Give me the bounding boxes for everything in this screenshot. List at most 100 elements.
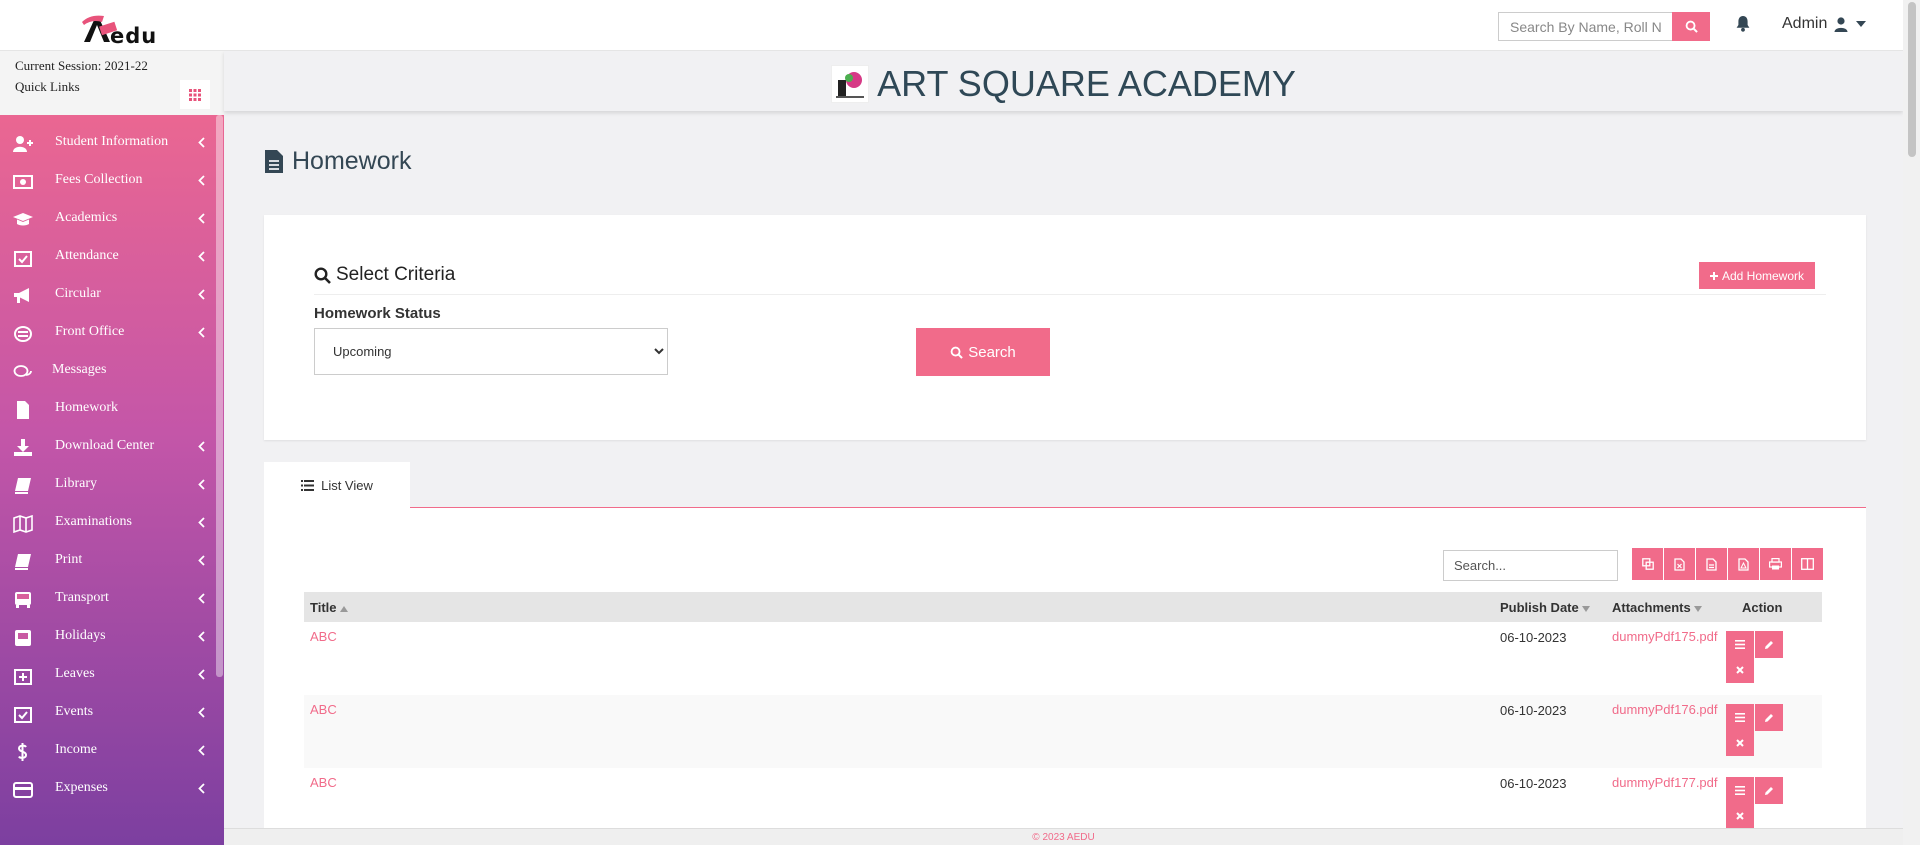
attachment-link[interactable]: dummyPdf176.pdf xyxy=(1612,702,1718,717)
sidebar-item-circular[interactable]: Circular xyxy=(0,275,214,313)
sidebar-item-label: Download Center xyxy=(55,438,155,453)
edit-button[interactable] xyxy=(1755,777,1783,804)
print-icon xyxy=(1769,558,1782,570)
bell-icon xyxy=(1736,16,1750,32)
chevron-left-icon xyxy=(198,175,205,186)
excel-icon xyxy=(1674,557,1685,571)
global-search-button[interactable] xyxy=(1672,12,1710,41)
sidebar-item-income[interactable]: Income xyxy=(0,731,214,769)
user-menu[interactable]: Admin xyxy=(1782,15,1867,33)
column-header-action: Action xyxy=(1742,600,1783,615)
sidebar-item-student-information[interactable]: Student Information xyxy=(0,123,214,161)
print-book-icon xyxy=(15,554,31,570)
chevron-left-icon xyxy=(198,707,205,718)
edit-button[interactable] xyxy=(1755,631,1783,658)
sidebar-item-print[interactable]: Print xyxy=(0,541,214,579)
chevron-left-icon xyxy=(198,631,205,642)
pencil-icon xyxy=(1765,786,1773,795)
notifications-button[interactable] xyxy=(1736,15,1750,37)
page-scrollbar[interactable] xyxy=(1903,0,1920,845)
sidebar-item-label: Homework xyxy=(55,400,118,415)
sidebar-item-examinations[interactable]: Examinations xyxy=(0,503,214,541)
add-homework-button[interactable]: Add Homework xyxy=(1699,262,1815,289)
sidebar-item-holidays[interactable]: Holidays xyxy=(0,617,214,655)
page-scrollbar-thumb[interactable] xyxy=(1908,2,1916,157)
copy-button[interactable] xyxy=(1632,548,1663,580)
sidebar-item-label: Examinations xyxy=(55,514,132,529)
sidebar-item-download-center[interactable]: Download Center xyxy=(0,427,214,465)
table-search-input[interactable] xyxy=(1443,550,1618,581)
close-icon xyxy=(1736,811,1744,820)
chevron-left-icon xyxy=(198,783,205,794)
column-visibility-button[interactable] xyxy=(1792,548,1823,580)
tab-list-view[interactable]: List View xyxy=(264,462,410,509)
quick-links-label: Quick Links xyxy=(15,79,80,94)
sidebar-item-events[interactable]: Events xyxy=(0,693,214,731)
sidebar-item-academics[interactable]: Academics xyxy=(0,199,214,237)
pencil-icon xyxy=(1765,640,1773,649)
homework-status-select[interactable]: Upcoming xyxy=(314,328,668,375)
pdf-button[interactable] xyxy=(1728,548,1759,580)
sidebar-item-leaves[interactable]: Leaves xyxy=(0,655,214,693)
homework-status-label: Homework Status xyxy=(314,305,441,322)
sidebar-item-front-office[interactable]: Front Office xyxy=(0,313,214,351)
homework-title-link[interactable]: ABC xyxy=(310,629,337,644)
column-header-title-text: Title xyxy=(310,600,337,615)
column-header-attachments-text: Attachments xyxy=(1612,600,1691,615)
csv-button[interactable] xyxy=(1696,548,1727,580)
sidebar-item-messages[interactable]: Messages xyxy=(0,351,214,389)
sidebar-item-label: Print xyxy=(55,552,83,567)
homework-title-link[interactable]: ABC xyxy=(310,775,337,790)
publish-date: 06-10-2023 xyxy=(1500,776,1567,791)
column-header-title[interactable]: Title xyxy=(310,600,349,615)
search-icon xyxy=(1685,20,1698,33)
csv-icon xyxy=(1706,557,1717,571)
column-header-publish-date[interactable]: Publish Date xyxy=(1500,600,1591,615)
caret-down-icon xyxy=(1856,21,1867,27)
footer: © 2023 AEDU xyxy=(224,828,1903,845)
plus-icon xyxy=(1709,271,1718,280)
grid-icon xyxy=(189,88,201,101)
delete-button[interactable] xyxy=(1726,656,1754,683)
attachment-link[interactable]: dummyPdf177.pdf xyxy=(1612,775,1718,790)
current-session: Current Session: 2021-22 xyxy=(15,58,148,73)
homework-title-link[interactable]: ABC xyxy=(310,702,337,717)
sidebar-item-attendance[interactable]: Attendance xyxy=(0,237,214,275)
chevron-left-icon xyxy=(198,137,205,148)
print-button[interactable] xyxy=(1760,548,1791,580)
sort-desc-icon xyxy=(1694,606,1703,612)
user-icon xyxy=(1834,16,1848,32)
sidebar-item-library[interactable]: Library xyxy=(0,465,214,503)
columns-icon xyxy=(1801,558,1814,570)
sidebar-item-transport[interactable]: Transport xyxy=(0,579,214,617)
homework-table-panel: Title Publish Date Attachments Action AB… xyxy=(264,508,1866,829)
chevron-left-icon xyxy=(198,327,205,338)
chevron-left-icon xyxy=(198,669,205,680)
search-icon xyxy=(950,346,964,359)
global-search-input[interactable] xyxy=(1498,12,1672,41)
view-button[interactable] xyxy=(1726,704,1754,731)
sidebar-item-fees-collection[interactable]: Fees Collection xyxy=(0,161,214,199)
quick-links-button[interactable] xyxy=(180,80,210,109)
edit-button[interactable] xyxy=(1755,704,1783,731)
sidebar-item-expenses[interactable]: Expenses xyxy=(0,769,214,807)
search-button[interactable]: Search xyxy=(916,328,1050,376)
download-icon xyxy=(14,439,32,456)
excel-button[interactable] xyxy=(1664,548,1695,580)
school-name: ART SQUARE ACADEMY xyxy=(877,63,1296,104)
column-header-attachments[interactable]: Attachments xyxy=(1612,600,1703,615)
sidebar-item-homework[interactable]: Homework xyxy=(0,389,214,427)
delete-button[interactable] xyxy=(1726,729,1754,756)
app-logo[interactable]: edu xyxy=(74,12,156,48)
school-logo-icon xyxy=(836,72,865,98)
delete-button[interactable] xyxy=(1726,802,1754,829)
credit-card-icon xyxy=(13,782,33,798)
view-button[interactable] xyxy=(1726,631,1754,658)
attachment-link[interactable]: dummyPdf175.pdf xyxy=(1612,629,1718,644)
view-button[interactable] xyxy=(1726,777,1754,804)
chevron-left-icon xyxy=(198,251,205,262)
sidebar-item-label: Income xyxy=(55,742,97,757)
sidebar-item-label: Events xyxy=(55,704,94,719)
sidebar-scrollbar[interactable] xyxy=(216,115,223,677)
session-panel: Current Session: 2021-22 Quick Links xyxy=(0,51,224,115)
